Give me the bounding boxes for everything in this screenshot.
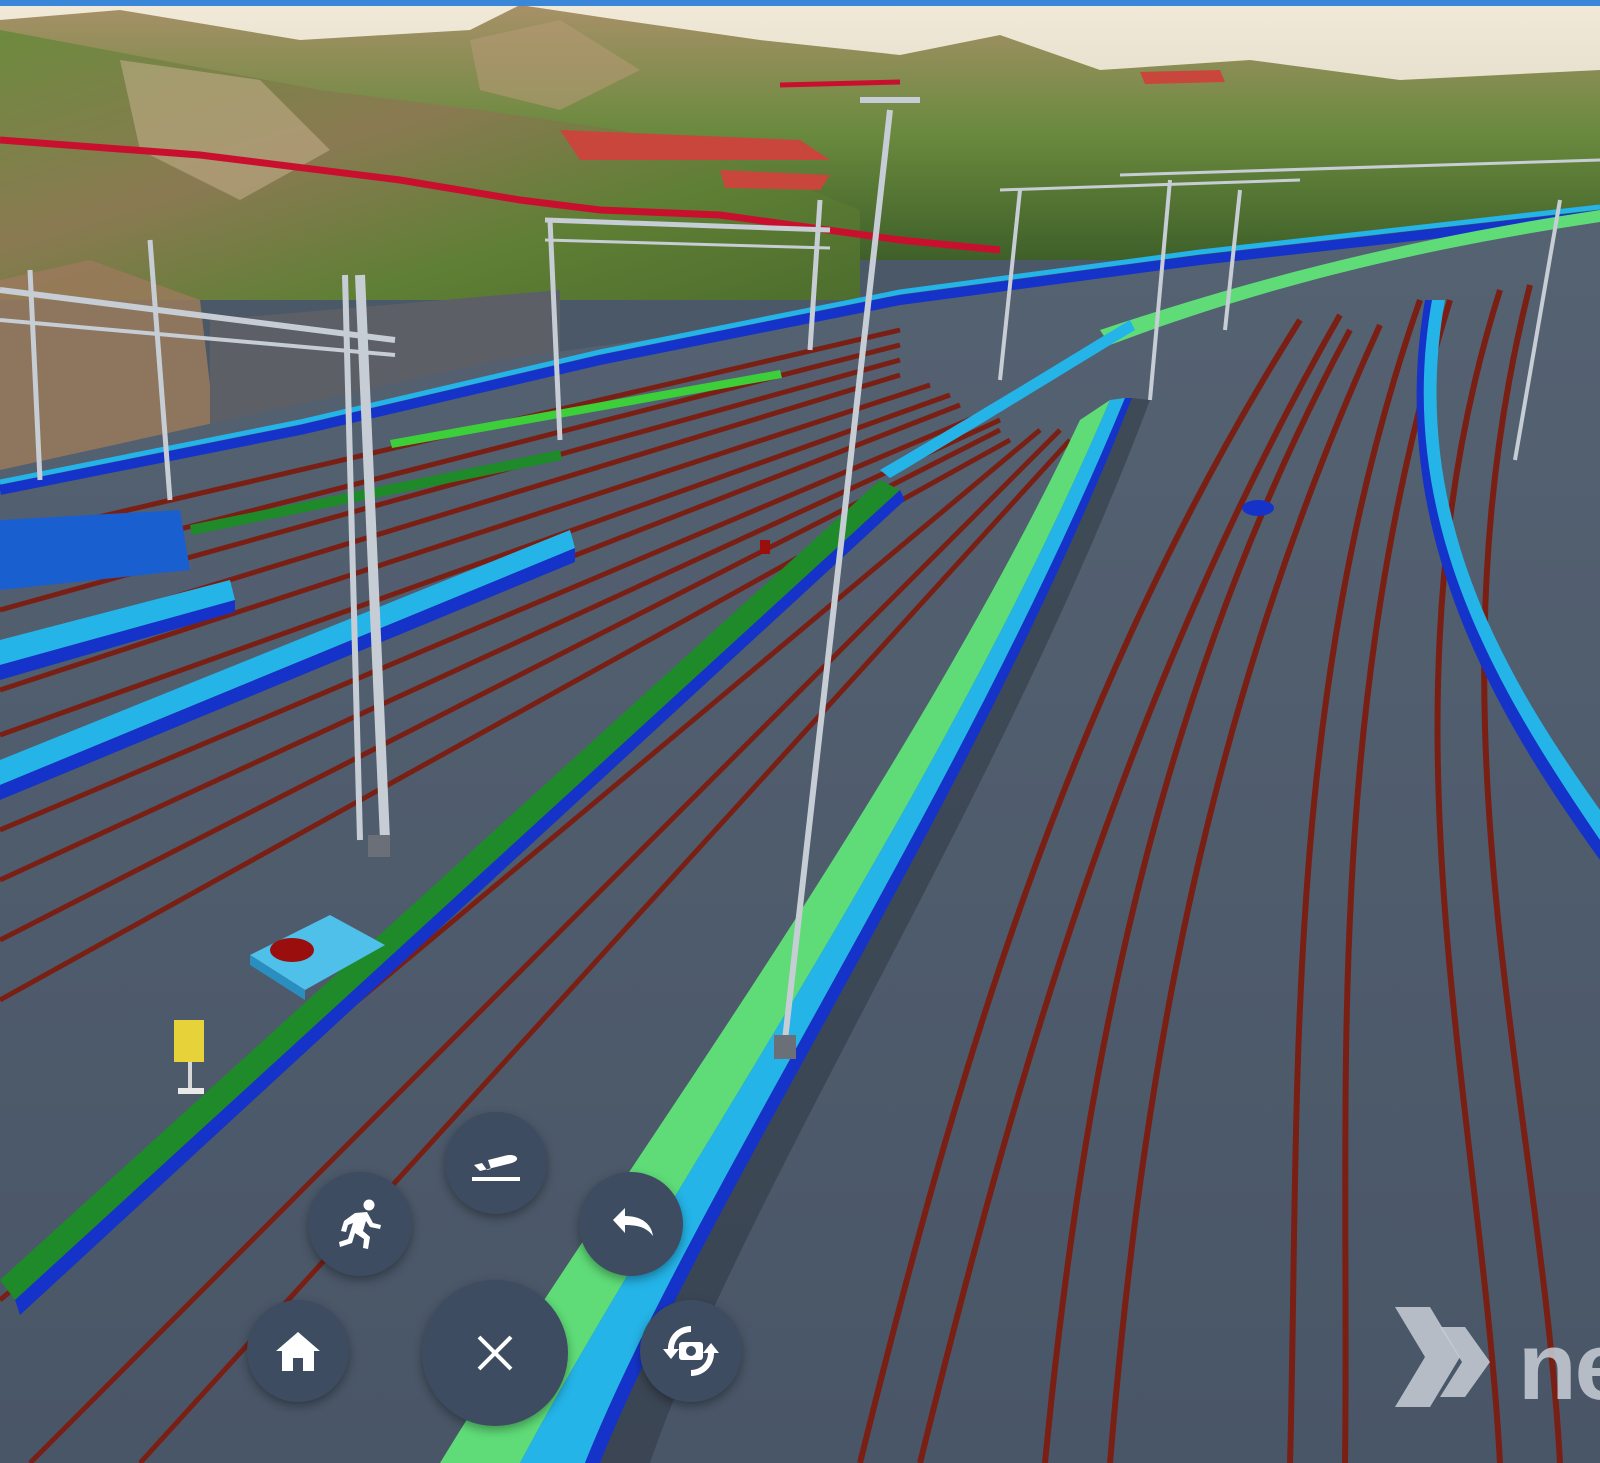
- rotate-camera-icon: [663, 1326, 719, 1376]
- rotate-camera-button[interactable]: [640, 1300, 742, 1402]
- close-button[interactable]: [422, 1280, 568, 1426]
- window-top-bar: [0, 0, 1600, 6]
- undo-arrow-icon: [613, 1208, 653, 1236]
- red-roof-3: [1140, 70, 1225, 84]
- yellow-sign: [174, 1020, 204, 1062]
- mast-base: [368, 835, 390, 857]
- airplane-takeoff-icon: [472, 1154, 520, 1181]
- red-signal-dot: [270, 938, 314, 962]
- watermark-text: ne: [1518, 1313, 1600, 1418]
- mast-base-2: [774, 1035, 796, 1059]
- undo-button[interactable]: [579, 1172, 683, 1276]
- 3d-viewport[interactable]: ne: [0, 0, 1600, 1463]
- brand-watermark: ne: [1390, 1298, 1600, 1418]
- home-button[interactable]: [247, 1300, 349, 1402]
- blue-marker: [1242, 500, 1274, 516]
- logo-chevron-icon: [1395, 1307, 1490, 1407]
- close-icon: [477, 1335, 513, 1371]
- walk-button[interactable]: [308, 1172, 412, 1276]
- takeoff-button[interactable]: [445, 1112, 547, 1214]
- walking-person-icon: [339, 1199, 381, 1249]
- home-icon: [276, 1332, 320, 1371]
- red-marker: [760, 540, 770, 554]
- red-cable-2: [779, 79, 901, 88]
- railway-scene[interactable]: [0, 0, 1600, 1463]
